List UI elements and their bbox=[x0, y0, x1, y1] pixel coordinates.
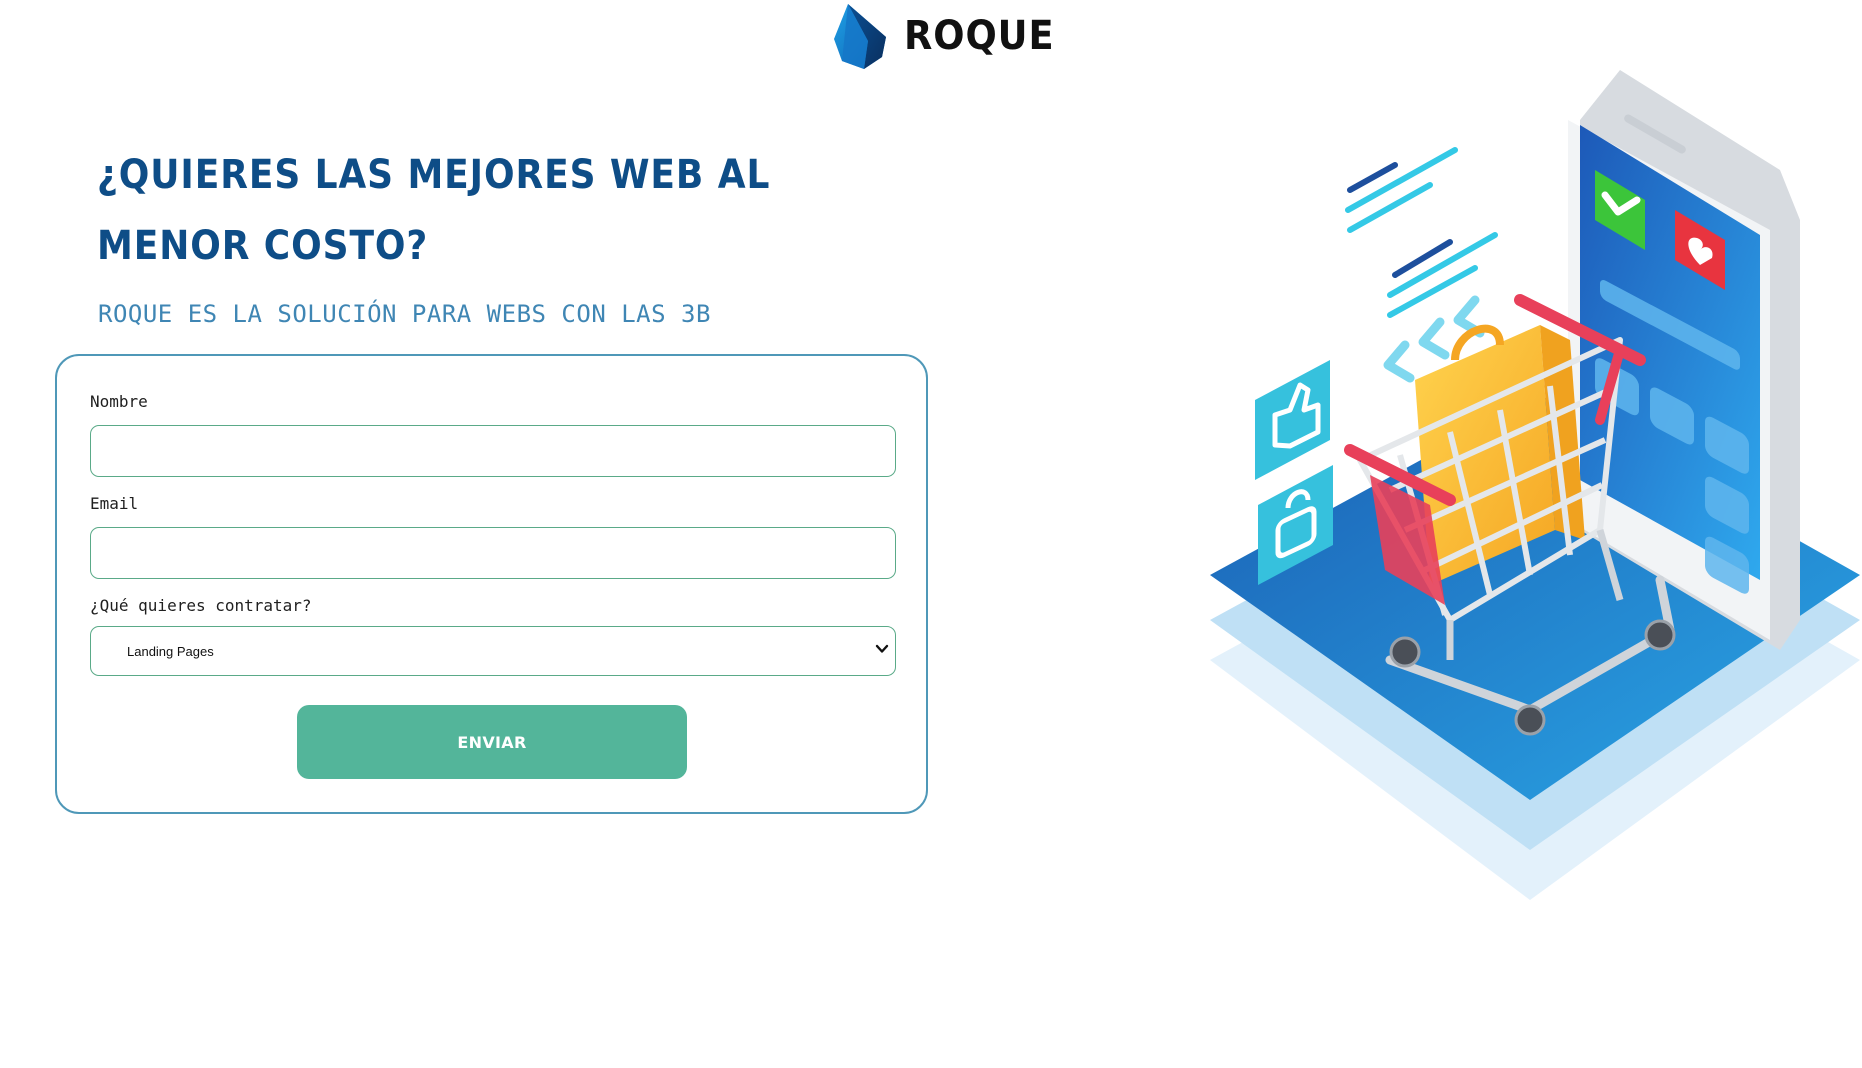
shopping-cart-phone-illustration bbox=[1210, 70, 1860, 900]
submit-button[interactable]: ENVIAR bbox=[297, 705, 687, 779]
service-selected-value: Landing Pages bbox=[127, 643, 214, 659]
name-label: Nombre bbox=[90, 392, 148, 411]
brand-name: ROQUE bbox=[904, 13, 1055, 59]
chevron-down-icon bbox=[875, 644, 889, 653]
email-input[interactable] bbox=[90, 527, 896, 579]
contact-form: Nombre Email ¿Qué quieres contratar? Lan… bbox=[55, 354, 928, 814]
page-title: ¿QUIERES LAS MEJORES WEB AL MENOR COSTO? bbox=[97, 152, 771, 269]
page-subtitle: ROQUE ES LA SOLUCIÓN PARA WEBS CON LAS 3… bbox=[98, 300, 711, 328]
name-input[interactable] bbox=[90, 425, 896, 477]
email-label: Email bbox=[90, 494, 139, 513]
blue-gem-icon bbox=[834, 4, 886, 69]
service-label: ¿Qué quieres contratar? bbox=[90, 596, 312, 615]
service-select[interactable]: Landing Pages bbox=[90, 626, 896, 676]
brand-logo[interactable]: ROQUE bbox=[830, 0, 1068, 72]
